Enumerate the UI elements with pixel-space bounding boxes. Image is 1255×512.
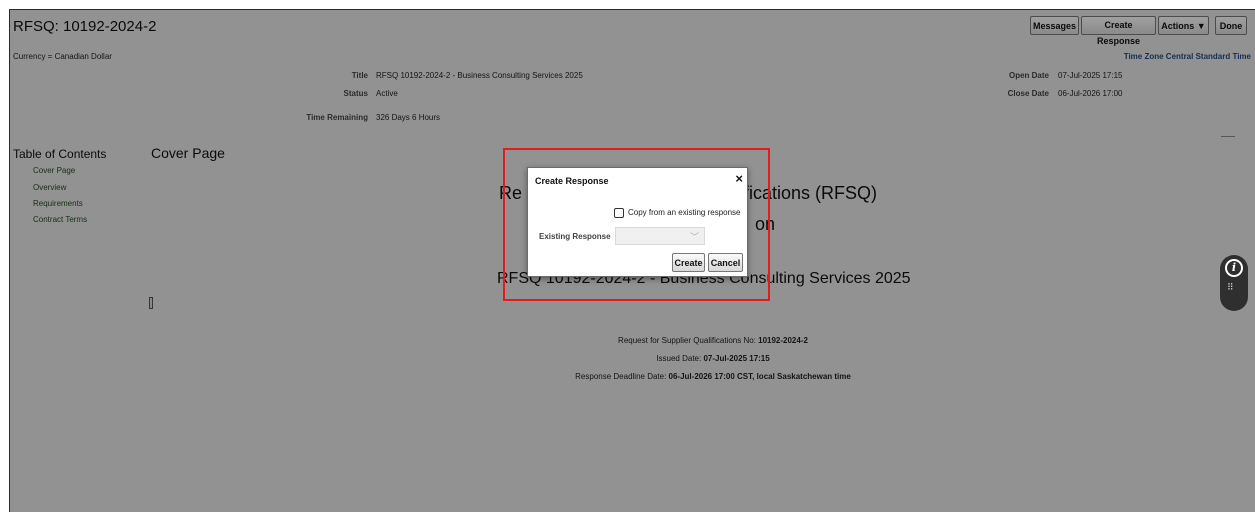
help-widget[interactable]: i ⠿ [1220,255,1248,311]
close-icon[interactable]: × [735,172,743,186]
copy-existing-checkbox[interactable] [614,208,624,218]
existing-response-label: Existing Response [539,232,611,241]
chevron-down-icon: ﹀ [689,232,699,242]
dialog-title: Create Response [535,176,609,186]
info-icon[interactable]: i [1225,259,1243,277]
create-button[interactable]: Create [672,253,705,272]
copy-existing-label: Copy from an existing response [628,208,741,217]
cancel-button[interactable]: Cancel [708,253,743,272]
menu-grid-icon[interactable]: ⠿ [1227,283,1241,299]
page-content: RFSQ: 10192-2024-2 Messages Create Respo… [9,9,1255,512]
existing-response-select[interactable]: ﹀ [615,227,705,245]
create-response-dialog: Create Response × Copy from an existing … [527,167,748,277]
